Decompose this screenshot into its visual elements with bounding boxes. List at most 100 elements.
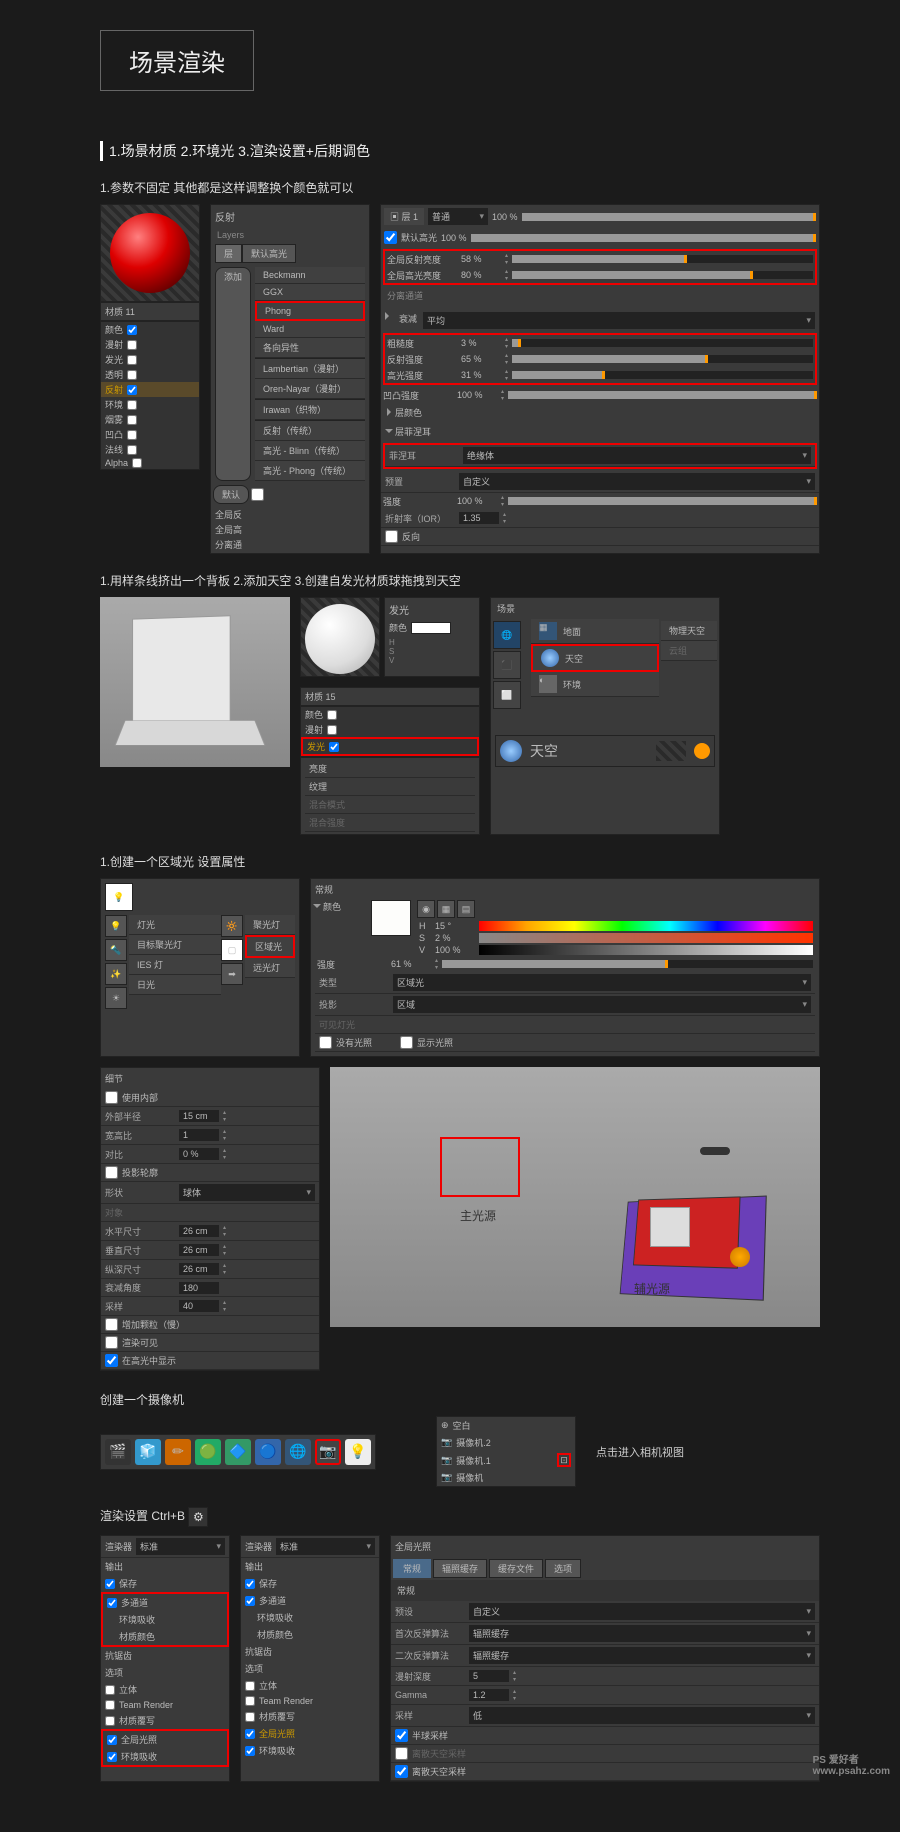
brdf-refl-legacy[interactable]: 反射（传统） [255, 421, 365, 441]
channel-diffuse-chk[interactable] [127, 340, 137, 350]
channel-bump-chk[interactable] [127, 430, 137, 440]
blend-mode-dropdown[interactable]: 普通 [428, 208, 488, 225]
global-spec-val[interactable]: 80 % [461, 270, 501, 280]
channel-reflect[interactable]: 反射 [105, 383, 123, 396]
channel-color[interactable]: 颜色 [105, 323, 123, 336]
gi-tab-opts[interactable]: 选项 [545, 1559, 581, 1578]
render-stereo-2[interactable]: 立体 [259, 1679, 277, 1692]
channel-diffuse[interactable]: 漫射 [105, 338, 123, 351]
brdf-irawan[interactable]: Irawan（织物） [255, 400, 365, 420]
lumin-ch-diffuse-chk[interactable] [327, 725, 337, 735]
render-matcol-b[interactable]: 材质颜色 [241, 1626, 379, 1643]
render-team-chk-2[interactable] [245, 1696, 255, 1706]
global-refl-slider[interactable] [512, 255, 813, 263]
layer-1-tab[interactable]: ▣ 层 1 [384, 208, 424, 225]
light-color-swatch[interactable] [371, 900, 411, 936]
deformer-icon[interactable]: 🔵 [255, 1439, 281, 1465]
sat-val[interactable]: 2 % [435, 933, 475, 943]
channel-normal[interactable]: 法线 [105, 443, 123, 456]
gi-gamma-val[interactable]: 1.2 [469, 1689, 509, 1701]
channel-lumin[interactable]: 发光 [105, 353, 123, 366]
atten-mode-dropdown[interactable]: 平均 [423, 312, 815, 329]
channel-normal-chk[interactable] [127, 445, 137, 455]
render-gi-chk-2[interactable] [245, 1729, 255, 1739]
render-save-chk[interactable] [105, 1579, 115, 1589]
global-refl-val[interactable]: 58 % [461, 254, 501, 264]
sky-material-tag[interactable] [656, 741, 686, 761]
channel-color-chk[interactable] [127, 325, 137, 335]
sky-object-label[interactable]: 天空 [530, 741, 558, 761]
light-toolbar-icon[interactable]: 💡 [345, 1439, 371, 1465]
render-matov-chk-2[interactable] [245, 1712, 255, 1722]
render-settings-icon[interactable]: ⚙ [188, 1507, 208, 1527]
tree-cam[interactable]: 📷 摄像机 [437, 1469, 575, 1486]
render-multi-chk[interactable] [107, 1598, 117, 1608]
render-gi-2[interactable]: 全局光照 [259, 1727, 295, 1740]
showillum-chk[interactable] [400, 1036, 413, 1049]
render-save-chk-2[interactable] [245, 1579, 255, 1589]
aspect-val[interactable]: 1 [179, 1129, 219, 1141]
tree-cam-1[interactable]: 📷 摄像机.1⊡ [437, 1451, 575, 1469]
menu-floor[interactable]: ▦地面 [531, 619, 659, 644]
render-ao2-2[interactable]: 环境吸收 [259, 1744, 295, 1757]
render-multi[interactable]: 多通道 [121, 1596, 148, 1609]
menu-spot[interactable]: 聚光灯 [245, 915, 295, 935]
menu-infinite[interactable]: 远光灯 [245, 958, 295, 978]
render-matov-chk[interactable] [105, 1716, 115, 1726]
channel-trans-chk[interactable] [127, 370, 137, 380]
render-options-2[interactable]: 选项 [241, 1660, 379, 1677]
intensity-slider[interactable] [442, 960, 813, 968]
render-team[interactable]: Team Render [119, 1700, 173, 1710]
roughness-slider[interactable] [512, 339, 813, 347]
channel-bump[interactable]: 凹凸 [105, 428, 123, 441]
array-icon[interactable]: 🔷 [225, 1439, 251, 1465]
camera-view-toggle[interactable]: ⊡ [557, 1453, 571, 1467]
default-spec-opacity[interactable]: 100 % [441, 233, 467, 243]
lumin-ch-lumin-chk[interactable] [329, 742, 339, 752]
menu-cloud-group[interactable]: 云组 [661, 641, 717, 661]
render-matov-2[interactable]: 材质覆写 [259, 1710, 295, 1723]
menu-light[interactable]: 灯光 [129, 915, 221, 935]
gi-hemi-chk[interactable] [395, 1729, 408, 1742]
vsize-val[interactable]: 26 cm [179, 1244, 219, 1256]
spec-str-slider[interactable] [512, 371, 813, 379]
render-team-2[interactable]: Team Render [259, 1696, 313, 1706]
menu-sun[interactable]: 日光 [129, 975, 221, 995]
channel-fog-chk[interactable] [127, 415, 137, 425]
lumin-ch-color-chk[interactable] [327, 710, 337, 720]
clapboard-icon[interactable]: 🎬 [105, 1439, 131, 1465]
material-name[interactable]: 材质 11 [100, 302, 200, 321]
render-ao[interactable]: 环境吸收 [103, 1611, 227, 1628]
val-slider[interactable] [479, 945, 813, 955]
viewport-backdrop[interactable] [100, 597, 290, 767]
lumin-ch-lumin[interactable]: 发光 [307, 740, 325, 753]
render-ao2-chk[interactable] [107, 1752, 117, 1762]
bump-str-val[interactable]: 100 % [457, 390, 497, 400]
add-button[interactable]: 添加 [215, 267, 251, 481]
gi-tab-general[interactable]: 常规 [393, 1559, 431, 1578]
shape-dropdown[interactable]: 球体 [179, 1184, 315, 1201]
cube-icon[interactable]: 🧊 [135, 1439, 161, 1465]
renderer-dropdown[interactable]: 标准 [136, 1538, 225, 1555]
camera-icon[interactable]: 📷 [315, 1439, 341, 1465]
menu-target-spot[interactable]: 目标聚光灯 [129, 935, 221, 955]
invert-chk[interactable] [385, 530, 398, 543]
env-icon-btn[interactable]: ⬜ [493, 681, 521, 709]
menu-env[interactable]: ◐环境 [531, 672, 659, 697]
brdf-aniso[interactable]: 各向异性 [255, 338, 365, 358]
brdf-beckmann[interactable]: Beckmann [255, 267, 365, 284]
render-save[interactable]: 保存 [119, 1577, 137, 1590]
color-swatches-icon[interactable]: ▤ [457, 900, 475, 918]
lumin-ch-color[interactable]: 颜色 [305, 708, 323, 721]
spec-str-val[interactable]: 31 % [461, 370, 501, 380]
render-multi-chk-2[interactable] [245, 1596, 255, 1606]
infinite-icon[interactable]: ➡ [221, 963, 243, 985]
contrast-val[interactable]: 0 % [179, 1148, 219, 1160]
floor-icon[interactable]: 🌐 [493, 621, 521, 649]
channel-fog[interactable]: 烟雾 [105, 413, 123, 426]
ies-icon[interactable]: ✨ [105, 963, 127, 985]
area-light-icon[interactable]: ▢ [221, 939, 243, 961]
sky-visibility-dot[interactable] [694, 743, 710, 759]
lumin-ch-diffuse[interactable]: 漫射 [305, 723, 323, 736]
layer-opacity[interactable]: 100 % [492, 212, 518, 222]
